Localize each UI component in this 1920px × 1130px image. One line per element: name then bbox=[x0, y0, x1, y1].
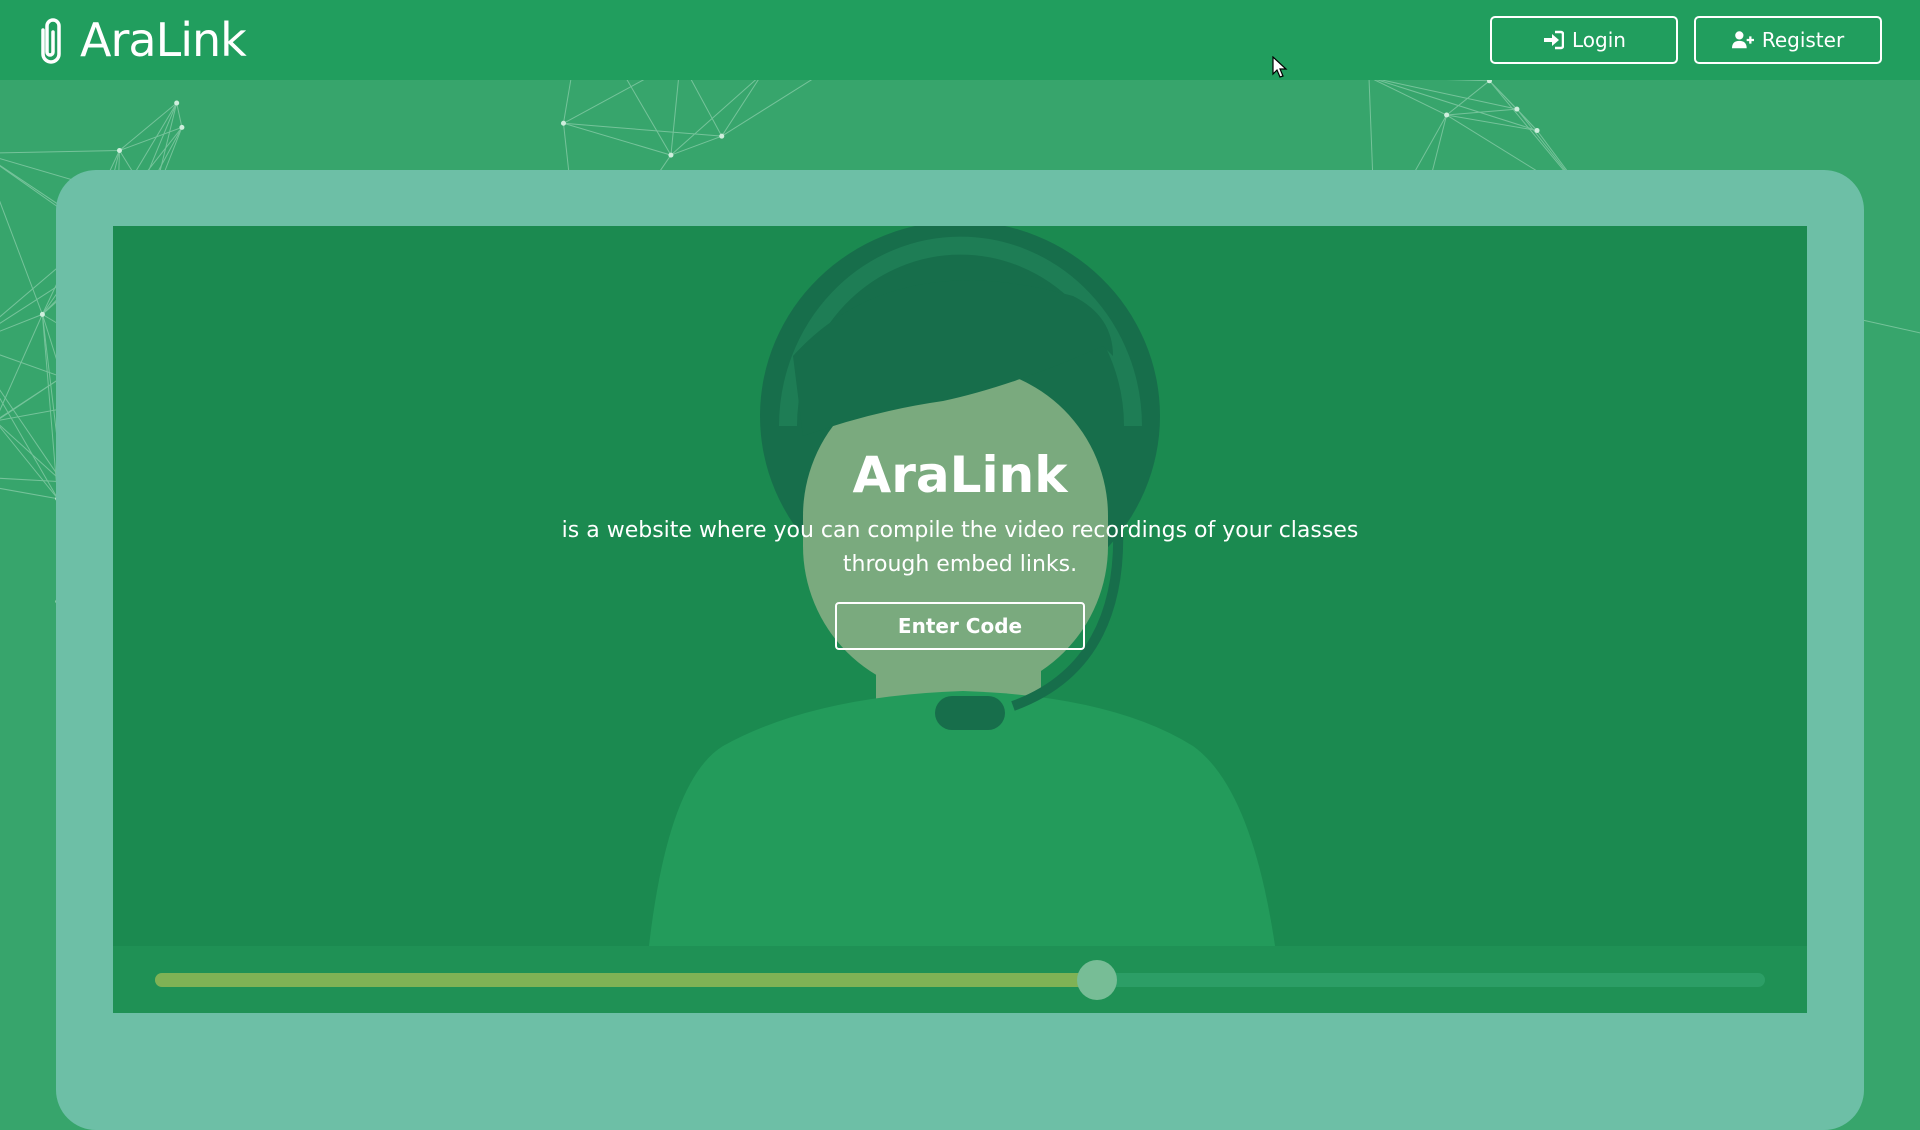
mouse-cursor-icon bbox=[1272, 56, 1288, 80]
video-progress-bar[interactable] bbox=[155, 973, 1765, 987]
brand-name: AraLink bbox=[80, 13, 246, 67]
network-node bbox=[1514, 107, 1519, 112]
sign-in-icon bbox=[1542, 30, 1564, 50]
paperclip-icon bbox=[34, 14, 68, 66]
network-line bbox=[0, 421, 62, 482]
progress-fill bbox=[155, 973, 1097, 987]
user-plus-icon bbox=[1732, 30, 1754, 50]
network-line bbox=[119, 103, 176, 151]
network-node bbox=[174, 100, 179, 105]
network-node bbox=[179, 125, 184, 130]
network-line bbox=[563, 123, 721, 136]
top-navbar: AraLink Login Register bbox=[0, 0, 1920, 80]
headset-mic bbox=[935, 696, 1005, 730]
network-node bbox=[668, 153, 673, 158]
network-line bbox=[722, 80, 864, 136]
progress-knob[interactable] bbox=[1077, 960, 1117, 1000]
brand-logo[interactable]: AraLink bbox=[34, 12, 246, 68]
network-node bbox=[719, 134, 724, 139]
network-line bbox=[0, 151, 119, 154]
register-label: Register bbox=[1762, 28, 1844, 52]
network-line bbox=[563, 80, 680, 123]
network-line bbox=[0, 153, 42, 314]
network-line bbox=[722, 80, 762, 136]
network-line bbox=[1447, 81, 1490, 115]
network-node bbox=[561, 121, 566, 126]
network-line bbox=[671, 80, 762, 155]
login-label: Login bbox=[1572, 28, 1626, 52]
register-button[interactable]: Register bbox=[1694, 16, 1882, 64]
network-node bbox=[1535, 128, 1540, 133]
network-line bbox=[1447, 109, 1517, 115]
network-node bbox=[1444, 113, 1449, 118]
network-line bbox=[583, 80, 670, 155]
network-line bbox=[177, 103, 182, 127]
network-line bbox=[671, 80, 681, 155]
network-line bbox=[671, 136, 722, 155]
network-line bbox=[0, 474, 58, 499]
network-node bbox=[117, 148, 122, 153]
hero-title: AraLink bbox=[560, 440, 1360, 510]
enter-code-button[interactable]: Enter Code bbox=[835, 602, 1085, 650]
hero-section: AraLink is a website where you can compi… bbox=[560, 440, 1360, 650]
hero-description: is a website where you can compile the v… bbox=[560, 514, 1360, 582]
network-node bbox=[40, 312, 45, 317]
network-line bbox=[0, 474, 62, 482]
network-line bbox=[563, 80, 583, 123]
login-button[interactable]: Login bbox=[1490, 16, 1678, 64]
network-line bbox=[0, 377, 62, 474]
network-line bbox=[1369, 80, 1537, 131]
